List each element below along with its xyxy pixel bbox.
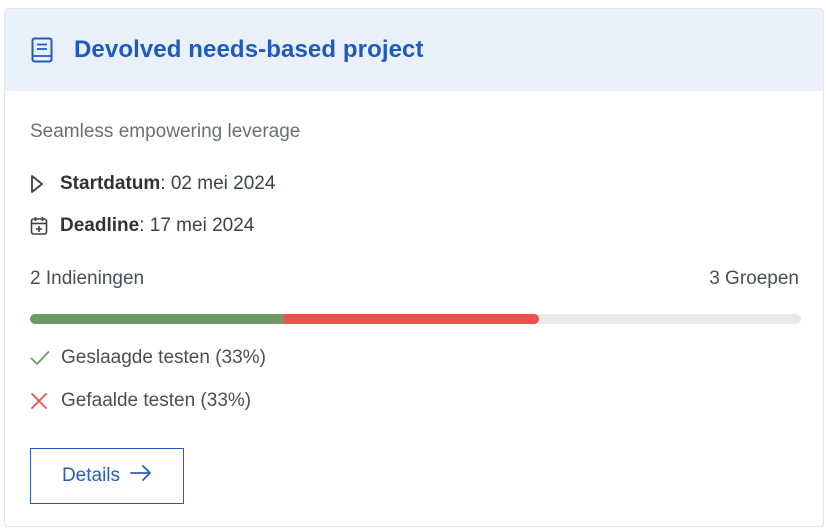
project-title: Devolved needs-based project bbox=[74, 36, 424, 63]
arrow-right-icon bbox=[130, 464, 152, 488]
passed-tests-label: Geslaagde testen (33%) bbox=[61, 347, 266, 368]
groups-count: 3 Groepen bbox=[709, 268, 799, 289]
details-button[interactable]: Details bbox=[30, 448, 184, 504]
project-card: Devolved needs-based project Seamless em… bbox=[4, 8, 824, 527]
deadline-label: Deadline bbox=[60, 215, 140, 236]
book-icon bbox=[30, 36, 54, 64]
passed-tests-row: Geslaagde testen (33%) bbox=[30, 347, 266, 369]
failed-tests-row: Gefaalde testen (33%) bbox=[30, 390, 251, 412]
test-progress-bar bbox=[30, 314, 801, 324]
details-button-label: Details bbox=[61, 465, 121, 486]
card-header: Devolved needs-based project bbox=[5, 9, 823, 91]
calendar-plus-icon bbox=[30, 216, 50, 236]
progress-failed-segment bbox=[284, 314, 539, 324]
start-date-row: Startdatum: 02 mei 2024 bbox=[30, 173, 275, 195]
x-icon bbox=[30, 392, 52, 410]
deadline-value: 17 mei 2024 bbox=[149, 215, 255, 236]
progress-passed-segment bbox=[30, 314, 285, 324]
failed-tests-label: Gefaalde testen (33%) bbox=[61, 390, 252, 411]
play-triangle-icon bbox=[30, 174, 50, 194]
start-date-label: Startdatum bbox=[60, 173, 161, 194]
start-date-value: 02 mei 2024 bbox=[170, 173, 276, 194]
deadline-row: Deadline: 17 mei 2024 bbox=[30, 215, 254, 237]
submissions-count: 2 Indieningen bbox=[30, 268, 145, 289]
counts-row: 2 Indieningen 3 Groepen bbox=[30, 268, 799, 290]
project-description: Seamless empowering leverage bbox=[30, 121, 301, 142]
check-icon bbox=[30, 350, 52, 366]
